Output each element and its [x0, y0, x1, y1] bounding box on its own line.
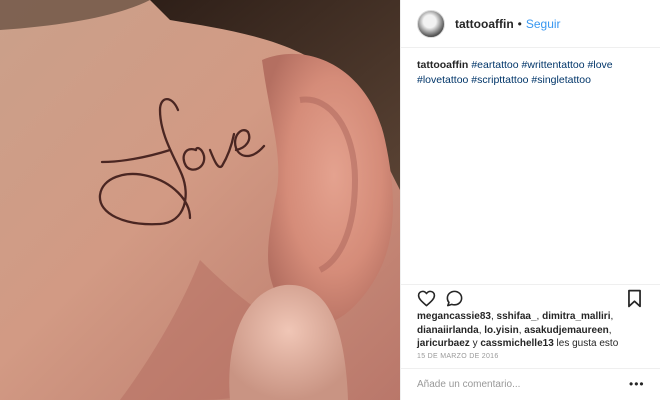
liker-name[interactable]: dianaiirlanda [417, 325, 479, 336]
hashtag[interactable]: #scripttattoo [471, 74, 528, 86]
caption-username[interactable]: tattooaffin [417, 59, 468, 71]
liker-name[interactable]: asakudjemaureen [524, 325, 609, 336]
post-actions [401, 284, 660, 311]
hashtag[interactable]: #lovetattoo [417, 74, 468, 86]
hashtag[interactable]: #writtentattoo [522, 59, 585, 71]
more-options-button[interactable]: ••• [629, 377, 645, 391]
follow-button[interactable]: Seguir [526, 17, 561, 31]
likes-text: megancassie83, sshifaa_, dimitra_malliri… [417, 311, 619, 349]
post-photo[interactable] [0, 0, 400, 400]
header-username[interactable]: tattooaffin [455, 17, 514, 31]
liker-name[interactable]: dimitra_malliri [542, 311, 610, 322]
liker-name[interactable]: sshifaa_ [497, 311, 537, 322]
post-date[interactable]: 15 DE MARZO DE 2016 [417, 353, 499, 360]
post-caption: tattooaffin #eartattoo #writtentattoo #lo… [417, 58, 647, 88]
hashtag[interactable]: #love [588, 59, 613, 71]
post-header: tattooaffin • Seguir [401, 0, 660, 48]
hashtag[interactable]: #eartattoo [471, 59, 518, 71]
avatar[interactable] [417, 9, 445, 38]
post-side-panel: tattooaffin • Seguir tattooaffin #eartatt… [401, 0, 660, 400]
comment-input[interactable] [417, 375, 617, 393]
likes-conjunction: y [472, 338, 478, 349]
liker-name[interactable]: cassmichelle13 [480, 338, 553, 349]
liker-name[interactable]: jaricurbaez [417, 338, 470, 349]
liker-name[interactable]: lo.yisin [484, 325, 518, 336]
header-separator: • [517, 16, 522, 31]
photo-illustration [0, 0, 400, 400]
comment-bar: ••• [401, 368, 660, 401]
likes-suffix: les gusta esto [556, 338, 619, 349]
liker-name[interactable]: megancassie83 [417, 311, 491, 322]
hashtag[interactable]: #singletattoo [531, 74, 591, 86]
